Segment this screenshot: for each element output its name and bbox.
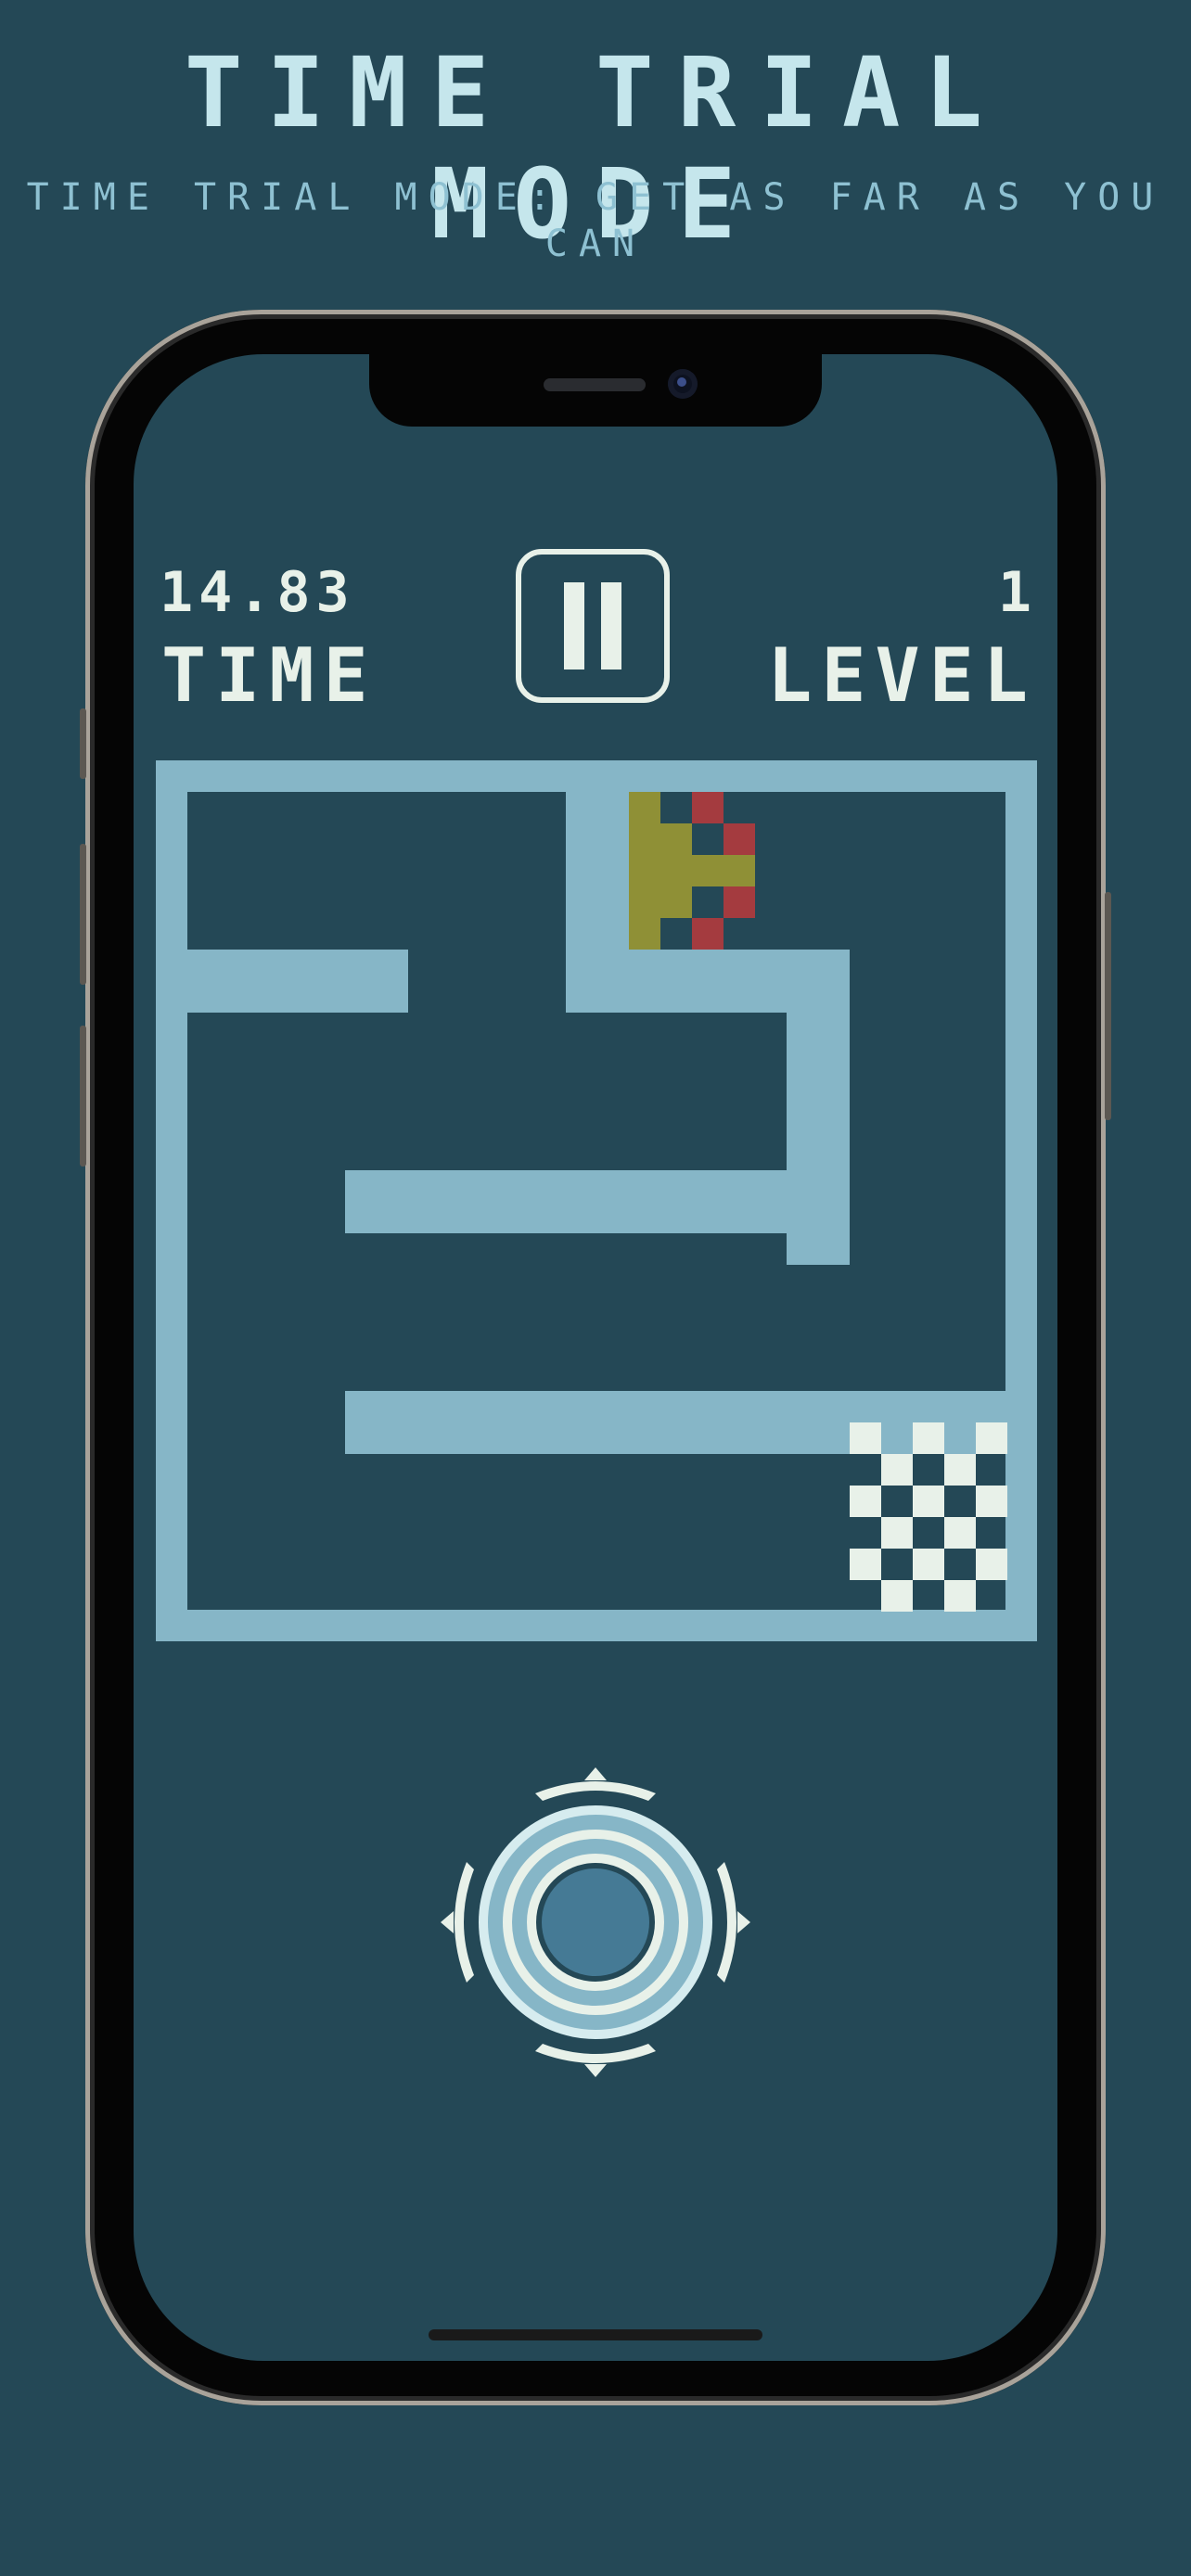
time-label: TIME [161,632,378,719]
volume-up-button [80,844,86,985]
maze-wall [156,950,408,1013]
time-value: 14.83 [160,560,355,625]
maze-wall-right [1005,760,1037,1641]
front-camera [668,369,698,399]
game-screen: 14.83 TIME 1 LEVEL [134,354,1057,2361]
page-subtitle: TIME TRIAL MODE: GET AS FAR AS YOU CAN [26,176,1165,265]
mute-switch [80,708,86,779]
maze-wall [345,1170,850,1233]
rocket-ship-icon [629,792,755,950]
goal-flag [850,1422,1007,1612]
maze-wall-bottom [156,1610,1037,1641]
home-indicator[interactable] [429,2329,762,2340]
notch [369,354,822,427]
volume-down-button [80,1026,86,1167]
joystick-icon[interactable] [433,1760,758,2085]
power-button [1105,892,1111,1120]
level-value: 1 [997,560,1031,625]
maze-wall-left [156,760,187,1641]
maze [156,760,1037,1641]
level-label: LEVEL [767,632,1037,719]
speaker [544,378,646,391]
pause-button[interactable] [516,549,670,703]
